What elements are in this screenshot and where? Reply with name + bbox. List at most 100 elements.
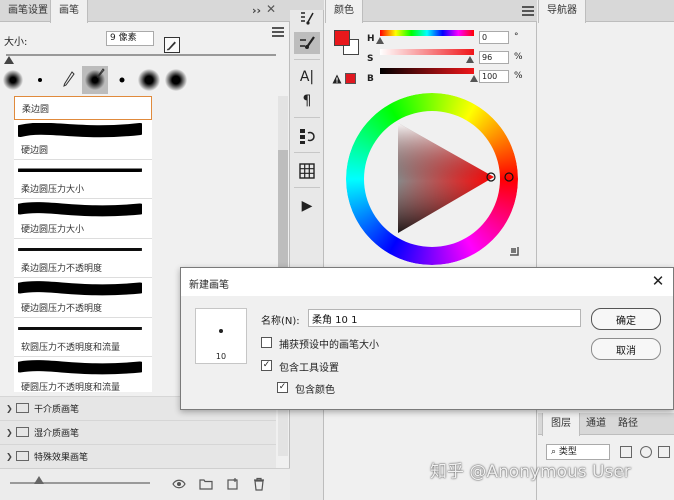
saturation-slider[interactable] [380,49,474,55]
preview-size-slider-track[interactable] [10,482,150,484]
brush-preset-item[interactable]: 柔边圆压力不透明度 [14,239,152,278]
close-icon[interactable]: ✕ [649,272,667,290]
close-panel-icon[interactable]: ✕ [266,2,276,16]
brush-preset-item[interactable]: 软圆压力不透明度和流量 [14,318,152,357]
brush-panel-menu-icon[interactable] [272,27,284,37]
brush-panel-footer [0,468,290,500]
ok-button[interactable]: 确定 [591,308,661,330]
brush-tip-soft-large-2[interactable] [136,66,162,94]
tab-paths[interactable]: 路径 [610,413,646,435]
capture-size-label: 捕获预设中的画笔大小 [279,340,379,351]
chevron-right-icon: ❯ [6,452,13,461]
include-tool-checkbox[interactable]: ✓ [261,360,272,371]
preset-list-scrollbar-thumb[interactable] [278,150,288,270]
brush-stroke-preview [18,123,142,138]
color-panel-menu-icon[interactable] [522,6,534,16]
tab-layers[interactable]: 图层 [542,413,580,436]
foreground-color-swatch[interactable] [334,30,350,46]
tab-navigator[interactable]: 导航器 [538,0,586,23]
brush-tip-soft-large[interactable] [0,66,26,94]
size-slider-track[interactable] [6,54,276,56]
tool-separator [294,117,320,118]
brush-preset-label: 柔边圆压力不透明度 [21,264,103,274]
resize-handle-icon[interactable] [509,246,519,256]
brush-preset-item[interactable]: 硬边圆 [14,120,152,160]
brush-group-wet-media[interactable]: ❯ 湿介质画笔 [0,420,276,444]
gamut-color-swatch[interactable] [345,73,356,84]
brush-group-label: 特殊效果画笔 [34,453,89,463]
hue-slider-thumb[interactable] [376,37,384,44]
new-folder-icon[interactable] [199,477,213,491]
swatches-icon[interactable] [294,160,320,182]
brightness-slider-thumb[interactable] [470,75,478,82]
type-filter-icon[interactable] [658,446,670,458]
capture-size-checkbox[interactable] [261,337,272,348]
trash-icon[interactable] [252,477,266,491]
brush-presets-glyph-icon [301,12,314,25]
brush-preset-label: 硬边圆压力不透明度 [21,303,103,314]
tab-color[interactable]: 颜色 [325,0,363,23]
brush-tip-hard-small-2[interactable] [109,66,135,94]
brush-presets-icon[interactable] [294,7,320,29]
brush-tip-soft-large-3[interactable] [163,66,189,94]
saturation-unit: % [514,52,523,62]
grid-glyph-icon [299,163,315,179]
brush-stroke-preview [18,202,142,217]
brightness-input[interactable]: 100 [479,70,509,83]
saturation-slider-thumb[interactable] [466,56,474,63]
paragraph-icon[interactable]: ¶ [294,90,320,112]
preview-size-slider-thumb[interactable] [34,476,44,484]
new-brush-dialog: 新建画笔 ✕ 10 名称(N): 捕获预设中的画笔大小 ✓ 包含工具设置 ✓ 包… [180,267,674,410]
brush-preset-item[interactable]: 硬圆压力不透明度和流量 [14,357,152,392]
include-tool-label: 包含工具设置 [279,363,339,374]
brush-settings-icon[interactable] [294,32,320,54]
brush-tip-hard-small[interactable] [27,66,53,94]
search-icon: ⌕ [551,447,559,457]
tab-brushes[interactable]: 画笔 [50,0,88,23]
eye-icon[interactable] [172,477,186,491]
size-label: 大小: [4,37,28,48]
color-wheel[interactable] [346,93,518,265]
chevron-right-icon: ❯ [6,404,13,413]
brightness-label: B [367,74,374,84]
include-color-checkbox[interactable]: ✓ [277,382,288,393]
chevron-right-icon: ❯ [6,428,13,437]
brush-settings-glyph-icon [300,36,315,49]
brightness-slider[interactable] [380,68,474,74]
saturation-input[interactable]: 96 [479,51,509,64]
hue-input[interactable]: 0 [479,31,509,44]
cancel-button[interactable]: 取消 [591,338,661,360]
brush-tip-soft-selected[interactable] [82,66,108,94]
hue-slider[interactable] [380,30,474,36]
gamut-warning-icon[interactable] [332,74,342,84]
dialog-titlebar[interactable]: 新建画笔 ✕ [181,268,673,296]
brush-tip-pencil[interactable] [55,66,81,94]
tab-channels[interactable]: 通道 [578,413,614,435]
brush-preset-item[interactable]: 柔边圆 [14,96,152,120]
brush-stroke-preview [18,243,142,255]
navigator-panel-tabbar: 导航器 [538,0,674,23]
double-chevron-right-icon[interactable]: ›› [252,4,261,17]
brush-group-special-effects[interactable]: ❯ 特殊效果画笔 [0,444,276,468]
brush-preset-item[interactable]: 柔边圆压力大小 [14,160,152,199]
brightness-unit: % [514,71,523,81]
actions-play-icon[interactable]: ▶ [294,195,320,217]
brush-preset-label: 软圆压力不透明度和流量 [21,343,121,353]
brush-stroke-preview [18,163,142,176]
adjustment-filter-icon[interactable] [640,446,652,458]
brush-preset-label: 硬边圆 [21,145,49,156]
history-icon[interactable] [294,125,320,147]
brush-group-label: 干介质画笔 [34,405,80,415]
brush-edit-icon[interactable] [164,37,180,53]
new-brush-icon[interactable] [226,477,240,491]
character-icon[interactable]: A| [294,66,320,88]
size-input[interactable]: 9 像素 [106,31,154,46]
tab-brush-settings[interactable]: 画笔设置 [0,0,56,22]
brush-preset-item[interactable]: 硬边圆压力大小 [14,199,152,239]
name-label: 名称(N): [261,316,300,327]
brush-stroke-preview [18,322,142,334]
size-slider-thumb[interactable] [4,56,14,64]
hue-label: H [367,34,375,44]
brush-preset-item[interactable]: 硬边圆压力不透明度 [14,278,152,318]
name-input[interactable] [308,309,581,327]
